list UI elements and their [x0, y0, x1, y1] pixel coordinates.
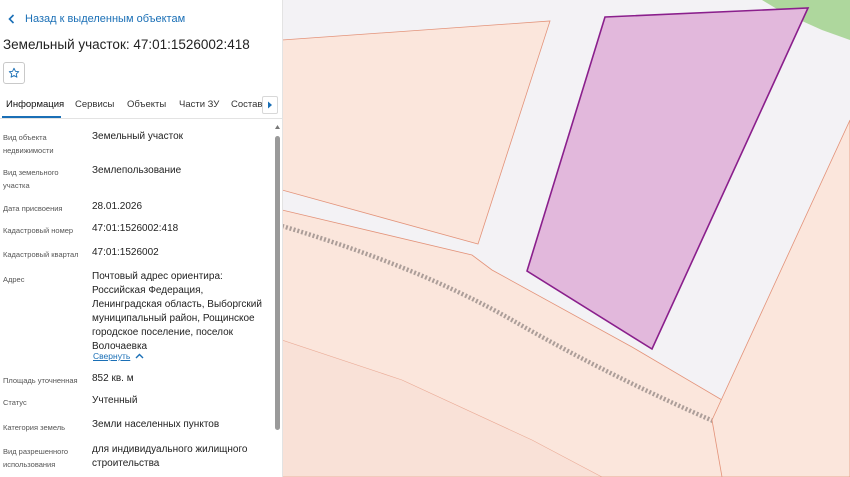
scrollbar-thumb[interactable]	[275, 136, 280, 430]
map-canvas[interactable]	[282, 0, 850, 477]
cad-quarter-label: Кадастровый квартал	[3, 250, 79, 259]
type-value: Земельный участок	[92, 131, 184, 142]
status-value: Учтенный	[92, 395, 138, 406]
favorite-button[interactable]	[3, 62, 25, 84]
active-tab-indicator	[2, 116, 61, 118]
chevron-left-icon	[8, 14, 15, 24]
info-panel: Назад к выделенным объектам Земельный уч…	[0, 0, 283, 477]
tab-parts[interactable]: Части ЗУ	[179, 99, 219, 110]
land-kind-label: Вид земельного участка	[3, 168, 59, 190]
tab-info[interactable]: Информация	[6, 99, 64, 110]
address-label: Адрес	[3, 275, 25, 284]
date-value: 28.01.2026	[92, 201, 143, 212]
scroll-up-arrow-icon[interactable]	[274, 124, 281, 130]
tabs-scroll-right-button[interactable]	[262, 96, 278, 114]
land-kind-value: Землепользование	[92, 165, 182, 176]
chevron-up-icon	[135, 353, 144, 359]
usage-value: для индивидуального жилищного строительс…	[92, 444, 248, 469]
map-view[interactable]	[282, 0, 850, 477]
category-value: Земли населенных пунктов	[92, 419, 220, 430]
back-link[interactable]: Назад к выделенным объектам	[7, 13, 185, 25]
date-label: Дата присвоения	[3, 204, 63, 213]
address-value: Почтовый адрес ориентира: Российская Фед…	[92, 271, 262, 352]
area-label: Площадь уточненная	[3, 376, 78, 385]
cad-number-label: Кадастровый номер	[3, 226, 74, 235]
back-link-label: Назад к выделенным объектам	[25, 13, 186, 25]
chevron-right-icon	[268, 101, 272, 109]
cad-number-value: 47:01:1526002:418	[92, 223, 179, 234]
type-label: Вид объекта недвижимости	[3, 133, 54, 155]
category-label: Категория земель	[3, 423, 66, 432]
area-value: 852 кв. м	[92, 373, 134, 384]
tab-bar: Информация Сервисы Объекты Части ЗУ Сост…	[0, 94, 282, 119]
collapse-link[interactable]: Свернуть	[93, 351, 144, 361]
collapse-label: Свернуть	[93, 351, 131, 361]
status-label: Статус	[3, 398, 27, 407]
cad-quarter-value: 47:01:1526002	[92, 247, 159, 258]
tab-objects[interactable]: Объекты	[127, 99, 166, 110]
usage-label: Вид разрешенного использования	[3, 447, 69, 469]
page-title: Земельный участок: 47:01:1526002:418	[3, 37, 250, 52]
tab-composition[interactable]: Состав	[231, 99, 262, 110]
star-icon	[8, 67, 20, 78]
tab-services[interactable]: Сервисы	[75, 99, 114, 110]
